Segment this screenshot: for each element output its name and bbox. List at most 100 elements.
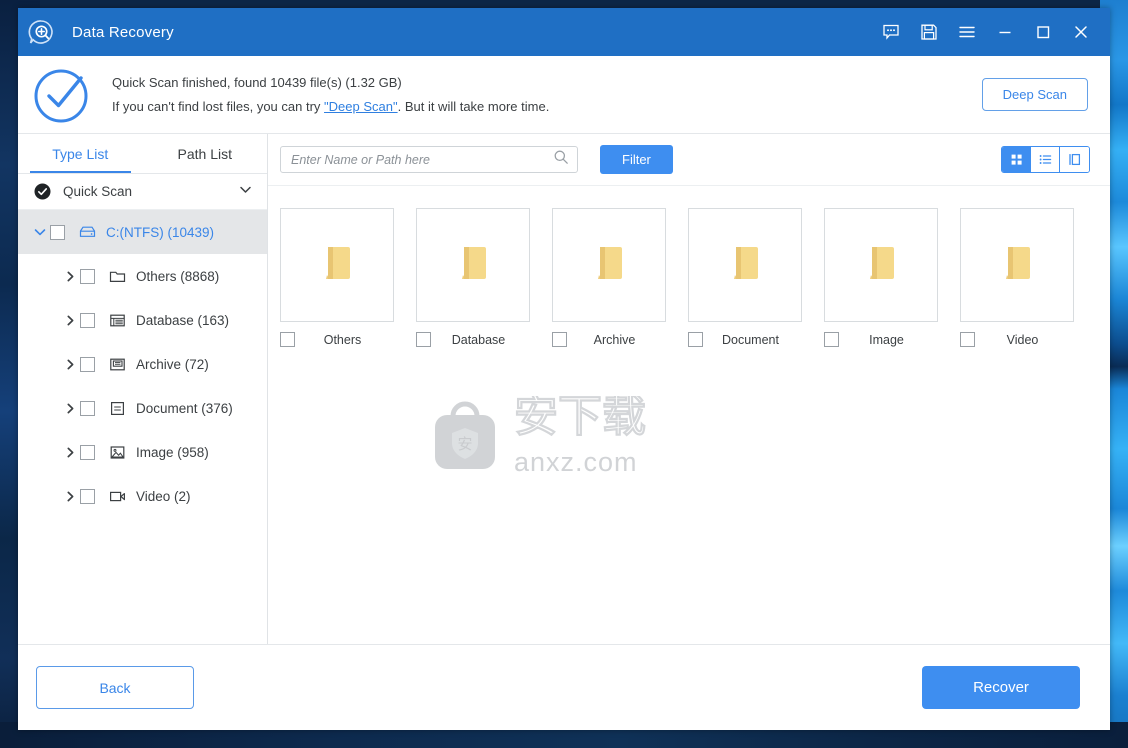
- video-checkbox[interactable]: [80, 488, 95, 504]
- filter-button[interactable]: Filter: [600, 145, 673, 174]
- chevron-right-icon[interactable]: [60, 270, 80, 283]
- grid-item[interactable]: Document: [688, 208, 802, 347]
- deep-scan-link[interactable]: "Deep Scan": [324, 99, 398, 114]
- chevron-right-icon[interactable]: [60, 402, 80, 415]
- scan-hint-after: . But it will take more time.: [397, 99, 550, 114]
- grid-item[interactable]: Others: [280, 208, 394, 347]
- tree-label-document: Document (376): [136, 400, 233, 416]
- chevron-right-icon[interactable]: [60, 490, 80, 503]
- grid-thumbnail[interactable]: [824, 208, 938, 322]
- others-checkbox[interactable]: [80, 268, 95, 284]
- grid-item-checkbox[interactable]: [280, 332, 295, 347]
- chevron-right-icon[interactable]: [60, 358, 80, 371]
- tree-label-others: Others (8868): [136, 268, 220, 284]
- drive-checkbox[interactable]: [50, 224, 65, 240]
- search-box[interactable]: [280, 146, 578, 173]
- feedback-icon[interactable]: [872, 13, 910, 51]
- document-checkbox[interactable]: [80, 400, 95, 416]
- grid-thumbnail[interactable]: [552, 208, 666, 322]
- folder-icon: [319, 242, 355, 289]
- check-filled-icon: [34, 183, 51, 200]
- tab-path-list[interactable]: Path List: [143, 134, 268, 173]
- grid-item-row: Image: [824, 332, 938, 347]
- video-icon: [106, 487, 128, 506]
- grid-item-label: Image: [869, 332, 904, 347]
- search-bubble-icon: [26, 17, 56, 47]
- database-icon: [106, 311, 128, 330]
- save-icon[interactable]: [910, 13, 948, 51]
- file-grid: Others Database Archive Document Image V…: [280, 208, 1110, 347]
- image-icon: [106, 443, 128, 462]
- folder-icon: [863, 242, 899, 289]
- scan-selector-label: Quick Scan: [63, 184, 133, 199]
- grid-icon[interactable]: [1002, 147, 1031, 172]
- grid-thumbnail[interactable]: [280, 208, 394, 322]
- tree-row-video[interactable]: Video (2): [18, 474, 267, 518]
- tree-row-image[interactable]: Image (958): [18, 430, 267, 474]
- grid-item-row: Database: [416, 332, 530, 347]
- folder-icon: [455, 242, 491, 289]
- file-type-tree: C:(NTFS) (10439) Others (8868) Database …: [18, 210, 267, 644]
- grid-item-label: Others: [323, 332, 362, 347]
- grid-thumbnail[interactable]: [416, 208, 530, 322]
- maximize-icon[interactable]: [1024, 13, 1062, 51]
- grid-thumbnail[interactable]: [960, 208, 1074, 322]
- tree-row-archive[interactable]: Archive (72): [18, 342, 267, 386]
- preview-pane-icon[interactable]: [1060, 147, 1089, 172]
- grid-item-checkbox[interactable]: [960, 332, 975, 347]
- check-circle-icon: [26, 64, 98, 126]
- image-checkbox[interactable]: [80, 444, 95, 460]
- deep-scan-button[interactable]: Deep Scan: [981, 78, 1088, 111]
- tree-row-document[interactable]: Document (376): [18, 386, 267, 430]
- folder-icon: [727, 242, 763, 289]
- site-watermark: 安 安下载 anxz.com: [426, 390, 689, 476]
- grid-item-row: Document: [688, 332, 802, 347]
- document-icon: [106, 399, 128, 418]
- file-grid-area: Others Database Archive Document Image V…: [268, 186, 1110, 644]
- grid-item-checkbox[interactable]: [416, 332, 431, 347]
- close-icon[interactable]: [1062, 13, 1100, 51]
- archive-checkbox[interactable]: [80, 356, 95, 372]
- minimize-icon[interactable]: [986, 13, 1024, 51]
- grid-item-row: Others: [280, 332, 394, 347]
- chevron-right-icon[interactable]: [60, 314, 80, 327]
- chevron-down-icon[interactable]: [30, 225, 50, 239]
- chevron-right-icon[interactable]: [60, 446, 80, 459]
- grid-item-checkbox[interactable]: [688, 332, 703, 347]
- recover-button[interactable]: Recover: [922, 666, 1080, 709]
- scan-selector-row[interactable]: Quick Scan: [18, 174, 267, 210]
- scan-hint-before: If you can't find lost files, you can tr…: [112, 99, 325, 114]
- list-icon[interactable]: [1031, 147, 1060, 172]
- grid-item-row: Video: [960, 332, 1074, 347]
- scan-status-texts: Quick Scan finished, found 10439 file(s)…: [98, 75, 982, 114]
- grid-thumbnail[interactable]: [688, 208, 802, 322]
- grid-item-checkbox[interactable]: [824, 332, 839, 347]
- folder-icon: [999, 242, 1035, 289]
- tree-row-others[interactable]: Others (8868): [18, 254, 267, 298]
- tree-label-database: Database (163): [136, 312, 230, 328]
- database-checkbox[interactable]: [80, 312, 95, 328]
- sidebar-tabs: Type List Path List: [18, 134, 267, 174]
- tree-row-drive[interactable]: C:(NTFS) (10439): [18, 210, 267, 254]
- watermark-logo-icon: 安: [435, 401, 495, 469]
- grid-item[interactable]: Archive: [552, 208, 666, 347]
- watermark-text-block: 安下载 anxz.com: [513, 390, 689, 476]
- search-icon[interactable]: [553, 149, 569, 170]
- tree-label-image: Image (958): [136, 444, 209, 460]
- tree-label-archive: Archive (72): [136, 356, 209, 372]
- tab-type-list[interactable]: Type List: [18, 134, 143, 173]
- grid-item-label: Database: [451, 332, 506, 347]
- back-button[interactable]: Back: [36, 666, 194, 709]
- folder-icon: [591, 242, 627, 289]
- grid-item[interactable]: Image: [824, 208, 938, 347]
- grid-item[interactable]: Video: [960, 208, 1074, 347]
- grid-item-checkbox[interactable]: [552, 332, 567, 347]
- tree-row-database[interactable]: Database (163): [18, 298, 267, 342]
- chevron-down-icon[interactable]: [238, 182, 253, 202]
- application-window: Data Recovery Quick Scan finished, found…: [18, 8, 1110, 730]
- search-input[interactable]: [291, 152, 553, 167]
- grid-item-label: Video: [1006, 332, 1039, 347]
- menu-icon[interactable]: [948, 13, 986, 51]
- grid-item[interactable]: Database: [416, 208, 530, 347]
- footer-bar: Back Recover: [18, 644, 1110, 730]
